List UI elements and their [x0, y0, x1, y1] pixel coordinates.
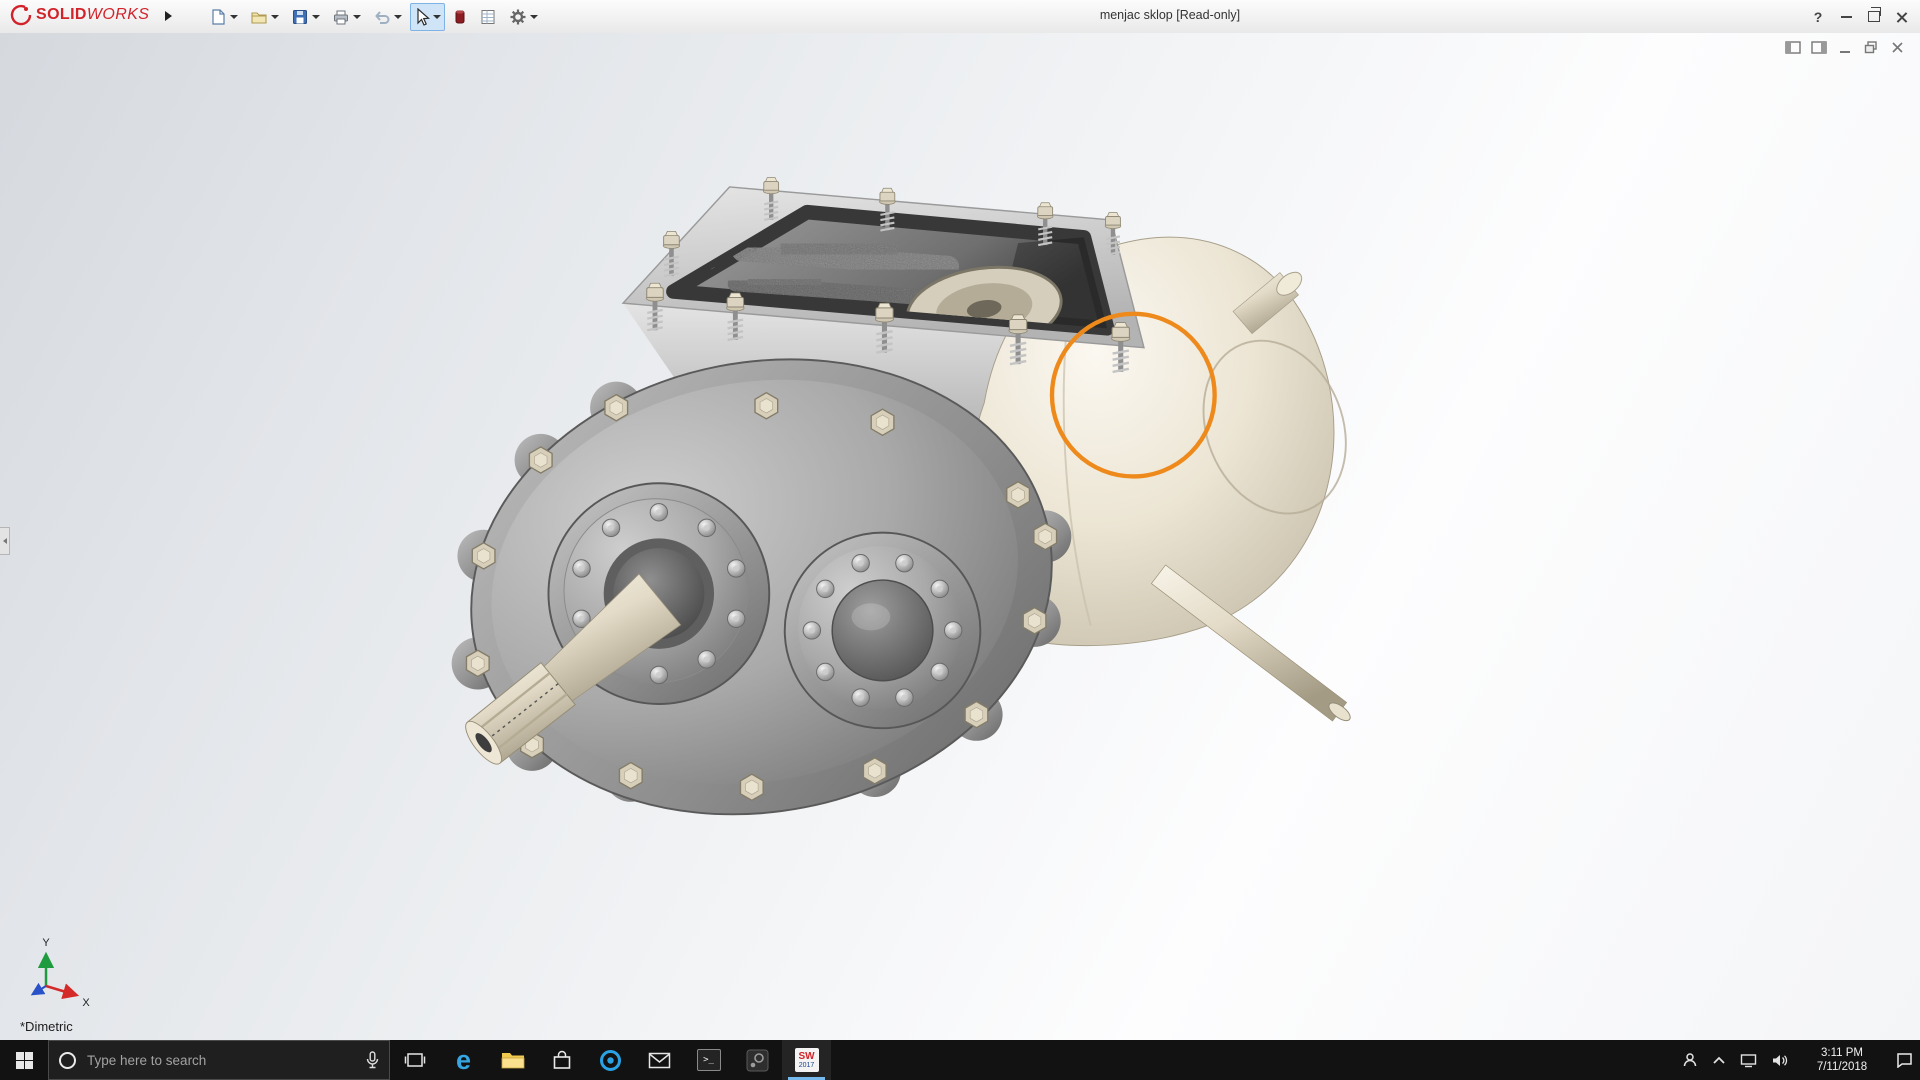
orientation-triad: Y X — [30, 937, 90, 1009]
system-tray: 3:11 PM 7/11/2018 — [1675, 1040, 1920, 1080]
windows-taskbar: e >_ — [0, 1040, 1920, 1080]
start-button[interactable] — [0, 1040, 48, 1080]
taskbar-app-file-explorer[interactable] — [488, 1040, 537, 1080]
taskbar-app-mail[interactable] — [635, 1040, 684, 1080]
print-icon — [334, 10, 348, 24]
volume-icon — [1773, 1054, 1788, 1066]
store-icon — [553, 1050, 570, 1069]
doc-restore-button[interactable] — [1862, 39, 1880, 55]
select-button[interactable] — [410, 2, 445, 31]
dropdown-caret-icon[interactable] — [394, 14, 402, 19]
undo-icon — [375, 10, 390, 24]
file-explorer-icon — [501, 1053, 524, 1069]
dassault-logo-icon — [10, 4, 32, 26]
sheet-grid-icon — [481, 9, 495, 24]
view-orientation-label: *Dimetric — [20, 1019, 73, 1034]
clock-date: 7/11/2018 — [1816, 1061, 1868, 1073]
bearing-cover-flange[interactable] — [783, 531, 982, 730]
chevron-up-icon — [1713, 1056, 1725, 1064]
doc-close-button[interactable] — [1888, 39, 1906, 55]
menu-expand-arrow[interactable] — [160, 6, 176, 26]
taskbar-app-command-prompt[interactable]: >_ — [684, 1040, 733, 1080]
undo-button[interactable] — [369, 3, 406, 31]
hidden-icons-button[interactable] — [1705, 1040, 1733, 1080]
close-button[interactable] — [1888, 4, 1916, 30]
document-title: menjac sklop [Read-only] — [1099, 8, 1241, 22]
document-window-controls — [1784, 39, 1906, 55]
mail-icon — [648, 1052, 671, 1068]
dropdown-caret-icon[interactable] — [230, 14, 238, 19]
restore-icon — [1868, 7, 1881, 22]
restore-button[interactable] — [1860, 4, 1888, 30]
search-input[interactable] — [85, 1051, 357, 1069]
solidworks-logo: SOLIDWORKS — [10, 4, 149, 26]
windows-logo-icon — [15, 1051, 33, 1069]
taskbar-clock[interactable]: 3:11 PM 7/11/2018 — [1795, 1046, 1889, 1074]
task-view-button[interactable] — [390, 1040, 439, 1080]
volume-button[interactable] — [1764, 1040, 1795, 1080]
pane-left-button[interactable] — [1784, 39, 1802, 55]
action-center-icon — [1897, 1053, 1912, 1068]
action-center-button[interactable] — [1889, 1040, 1920, 1080]
save-icon — [293, 9, 307, 24]
minimize-icon — [1840, 15, 1852, 18]
command-prompt-icon: >_ — [696, 1049, 721, 1071]
task-view-icon — [404, 1053, 425, 1067]
cortana-circle-icon — [600, 1049, 621, 1071]
taskbar-app-cortana[interactable] — [586, 1040, 635, 1080]
options-button[interactable] — [505, 3, 542, 31]
help-button[interactable]: ? — [1804, 4, 1832, 30]
dropdown-caret-icon[interactable] — [530, 14, 538, 19]
doc-minimize-button[interactable] — [1836, 39, 1854, 55]
window-controls: ? — [1804, 0, 1916, 33]
taskbar-app-edge[interactable]: e — [439, 1040, 488, 1080]
open-button[interactable] — [246, 3, 283, 31]
taskbar-app-store[interactable] — [537, 1040, 586, 1080]
options-gear-icon — [510, 9, 526, 24]
cortana-icon — [59, 1051, 76, 1069]
save-button[interactable] — [287, 3, 324, 31]
solidworks-window: SOLIDWORKS menjac sklop [Read-only] ? Y … — [0, 0, 1920, 1080]
microphone-icon[interactable] — [366, 1051, 379, 1069]
brand-text: SOLIDWORKS — [36, 6, 150, 23]
network-button[interactable] — [1733, 1040, 1764, 1080]
feature-panel-collapsed-tab[interactable] — [0, 527, 10, 555]
quick-access-toolbar — [205, 2, 542, 31]
dark-app-icon — [746, 1049, 769, 1071]
pane-right-button[interactable] — [1810, 39, 1828, 55]
triad-x-label: X — [82, 997, 90, 1009]
print-button[interactable] — [328, 3, 365, 31]
network-icon — [1740, 1053, 1757, 1067]
dropdown-caret-icon[interactable] — [353, 14, 361, 19]
minimize-button[interactable] — [1832, 4, 1860, 30]
select-arrow-icon — [417, 7, 430, 26]
dropdown-caret-icon[interactable] — [312, 14, 320, 19]
graphics-area[interactable]: Y X *Dimetric — [0, 33, 1920, 1040]
solidworks-2017-icon: SW 2017 — [794, 1048, 819, 1072]
edge-icon: e — [455, 1045, 472, 1075]
taskbar-search[interactable] — [48, 1040, 390, 1080]
taskbar-app-solidworks[interactable]: SW 2017 — [782, 1040, 831, 1080]
solidworks-resources-button[interactable] — [449, 3, 471, 31]
dropdown-caret-icon[interactable] — [271, 14, 279, 19]
people-button[interactable] — [1675, 1040, 1705, 1080]
triad-y-label: Y — [42, 937, 50, 949]
title-bar: SOLIDWORKS menjac sklop [Read-only] ? — [0, 0, 1920, 34]
resources-cylinder-icon — [455, 9, 465, 23]
gearbox-model[interactable] — [0, 33, 1920, 1040]
new-document-button[interactable] — [205, 3, 242, 31]
open-folder-icon — [251, 11, 267, 24]
people-icon — [1683, 1053, 1697, 1067]
new-document-icon — [212, 8, 225, 25]
taskbar-app-steam[interactable] — [733, 1040, 782, 1080]
dropdown-caret-icon[interactable] — [433, 14, 441, 19]
clock-time: 3:11 PM — [1821, 1047, 1863, 1059]
close-icon — [1896, 11, 1908, 23]
evaluate-sheet-button[interactable] — [475, 3, 501, 31]
